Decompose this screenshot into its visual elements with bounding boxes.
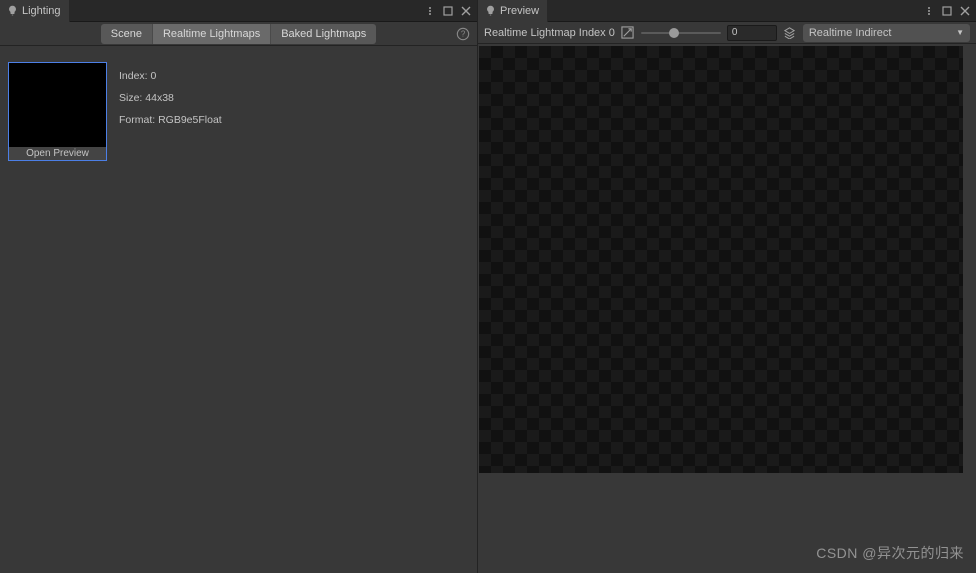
lightmap-list: Open Preview Index: 0 Size: 44x38 Format… (0, 46, 477, 573)
tab-baked-lightmaps[interactable]: Baked Lightmaps (271, 24, 376, 44)
mip-level-input[interactable] (727, 25, 777, 41)
preview-checkerboard[interactable] (479, 46, 963, 473)
svg-text:?: ? (461, 30, 466, 39)
preview-tab[interactable]: Preview (478, 0, 548, 22)
preview-tab-label: Preview (500, 5, 539, 17)
lightmap-index: Index: 0 (119, 70, 222, 82)
help-icon[interactable]: ? (455, 26, 471, 42)
layers-icon[interactable] (783, 26, 797, 40)
lighting-window-controls (423, 0, 473, 22)
lightmap-meta: Index: 0 Size: 44x38 Format: RGB9e5Float (119, 62, 222, 126)
fit-icon[interactable] (621, 26, 635, 40)
lightmap-thumbnail[interactable]: Open Preview (8, 62, 107, 161)
lightmap-format: Format: RGB9e5Float (119, 114, 222, 126)
kebab-icon[interactable] (922, 4, 936, 18)
dropdown-label: Realtime Indirect (809, 27, 892, 39)
lightbulb-icon (6, 5, 18, 17)
tab-scene[interactable]: Scene (101, 24, 153, 44)
close-icon[interactable] (459, 4, 473, 18)
preview-lightbulb-icon (484, 5, 496, 17)
tab-realtime-lightmaps[interactable]: Realtime Lightmaps (153, 24, 271, 44)
lightmap-thumbnail-image (9, 63, 106, 160)
slider-thumb[interactable] (669, 28, 679, 38)
kebab-icon[interactable] (423, 4, 437, 18)
preview-tab-header: Preview (478, 0, 976, 22)
lighting-toolbar: Scene Realtime Lightmaps Baked Lightmaps… (0, 22, 477, 46)
preview-toolbar: Realtime Lightmap Index 0 Realtime Indir… (478, 22, 976, 44)
close-icon[interactable] (958, 4, 972, 18)
maximize-icon[interactable] (441, 4, 455, 18)
preview-mode-dropdown[interactable]: Realtime Indirect ▼ (803, 24, 970, 42)
open-preview-caption[interactable]: Open Preview (9, 147, 106, 160)
lighting-tab-header: Lighting (0, 0, 477, 22)
zoom-slider[interactable] (641, 26, 721, 40)
lighting-tab[interactable]: Lighting (0, 0, 70, 22)
preview-title: Realtime Lightmap Index 0 (484, 27, 615, 39)
preview-body (478, 44, 976, 573)
slider-track (641, 32, 721, 34)
maximize-icon[interactable] (940, 4, 954, 18)
lightmap-size: Size: 44x38 (119, 92, 222, 104)
lighting-panel: Lighting Scene Realtime Lightmaps Baked … (0, 0, 478, 573)
preview-panel: Preview Realtime Lightmap Index 0 (478, 0, 976, 573)
preview-window-controls (922, 0, 972, 22)
lightmap-mode-tabs: Scene Realtime Lightmaps Baked Lightmaps (101, 24, 376, 44)
chevron-down-icon: ▼ (956, 28, 964, 37)
lighting-tab-label: Lighting (22, 5, 61, 17)
